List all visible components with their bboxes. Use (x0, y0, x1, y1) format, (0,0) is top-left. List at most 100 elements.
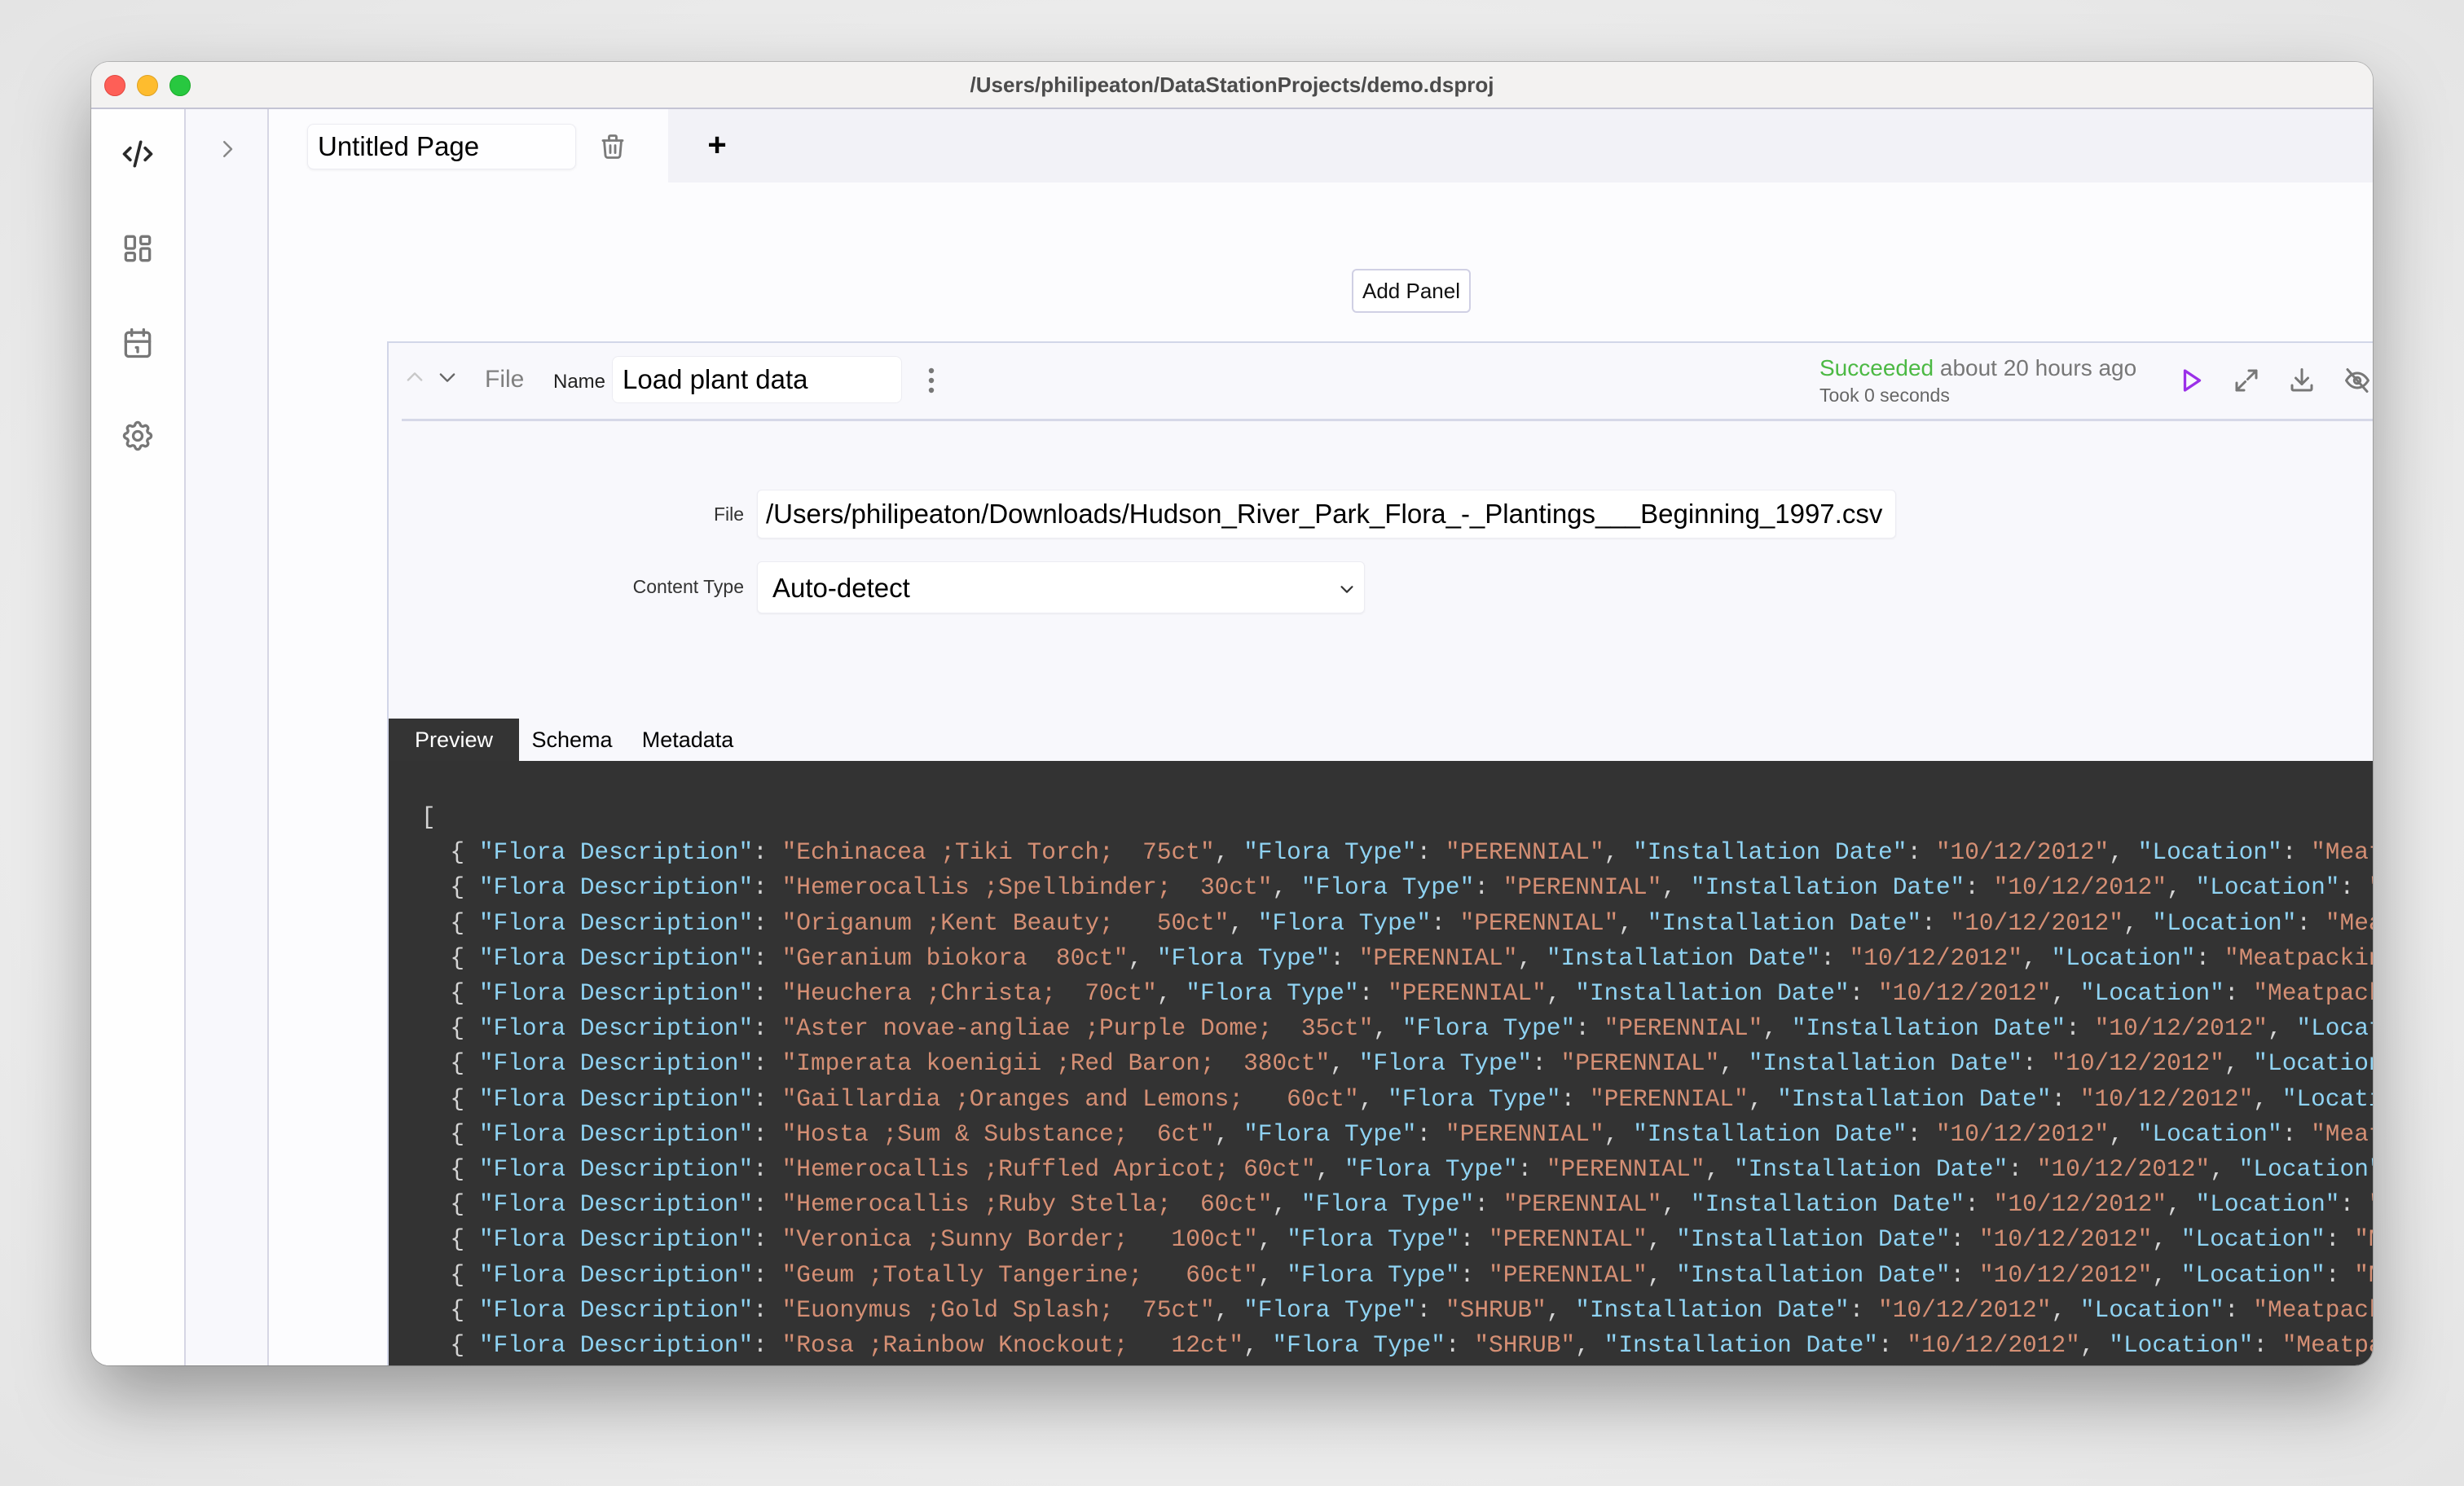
colon: : (1921, 908, 1951, 937)
fullscreen-button[interactable] (2232, 366, 2261, 395)
tab-schema[interactable]: Schema (519, 719, 625, 761)
brace: { (421, 1155, 479, 1184)
page-name-input[interactable] (307, 124, 576, 169)
separator: , (1257, 1225, 1287, 1254)
separator: , (1618, 908, 1648, 937)
separator: , (2123, 908, 2153, 937)
json-key: "Flora Type" (1243, 1119, 1417, 1148)
json-value: "PERENNIAL" (1358, 943, 1518, 972)
json-key: "Location" (2195, 1190, 2340, 1219)
rail-item-dashboard[interactable] (119, 230, 156, 267)
colon: : (1965, 1190, 1994, 1219)
tab-metadata[interactable]: Metadata (627, 719, 749, 761)
rail-item-editor[interactable] (119, 135, 156, 173)
json-value: "Meatpacking District" (2369, 1190, 2373, 1218)
rail-item-settings[interactable] (119, 417, 156, 455)
pages-sidebar (186, 109, 269, 1365)
json-row: { "Flora Description": "Hemerocallis ;Sp… (421, 870, 2373, 905)
colon: : (1416, 1295, 1445, 1324)
json-value: "PERENNIAL" (1489, 1225, 1648, 1254)
json-value: "Rosa ;Rainbow Knockout; 12ct" (781, 1331, 1244, 1360)
json-value: "10/12/2012" (1978, 1225, 2153, 1254)
json-key: "Installation Date" (1690, 1190, 1965, 1219)
separator: , (1661, 873, 1691, 902)
colon: : (753, 1084, 782, 1113)
separator: , (1156, 979, 1186, 1008)
json-key: "Location" (2281, 1084, 2373, 1113)
json-key: "Installation Date" (1575, 979, 1850, 1008)
json-value: "Euonymus ;Gold Splash; 75ct" (781, 1295, 1215, 1324)
json-row: { "Flora Description": "Heuchera ;Christ… (421, 976, 2373, 1011)
colon: : (2296, 908, 2325, 937)
json-row: { "Flora Description": "Hemerocallis ;Ru… (421, 1187, 2373, 1222)
status-state: Succeeded (1819, 355, 1934, 380)
gear-icon (122, 420, 153, 451)
json-row: { "Flora Description": "Origanum ;Kent B… (421, 906, 2373, 941)
panel-menu-button[interactable] (923, 364, 939, 397)
json-key: "Installation Date" (1676, 1225, 1951, 1254)
colon: : (753, 838, 782, 867)
file-path-input[interactable] (757, 490, 1896, 539)
brace: { (421, 873, 479, 902)
separator: , (1705, 1155, 1734, 1184)
json-value: "10/12/2012" (1907, 1331, 2080, 1360)
json-row: { "Flora Description": "Geranium biokora… (421, 941, 2373, 976)
separator: , (2051, 979, 2080, 1008)
separator: , (1229, 908, 1258, 937)
json-value: "Hemerocallis ;Spellbinder; 30ct" (781, 873, 1273, 902)
json-value: "PERENNIAL" (1604, 1014, 1763, 1043)
run-panel-button[interactable] (2176, 366, 2206, 395)
panel-status: Succeeded about 20 hours ago Took 0 seco… (1819, 355, 2136, 407)
json-key: "Flora Type" (1257, 908, 1432, 937)
json-key: "Installation Date" (1647, 908, 1922, 937)
json-value: "10/12/2012" (1993, 1190, 2167, 1219)
separator: , (2022, 943, 2052, 972)
json-row: { "Flora Description": "Veronica ;Sunny … (421, 1222, 2373, 1257)
json-row: { "Flora Description": "Gaillardia ;Oran… (421, 1082, 2373, 1117)
delete-page-button[interactable] (598, 130, 627, 163)
separator: , (2152, 1225, 2181, 1254)
colon: : (2224, 1295, 2254, 1324)
colon: : (2022, 1049, 2052, 1078)
add-page-button[interactable]: + (699, 127, 735, 163)
separator: , (2224, 1049, 2254, 1078)
json-key: "Flora Description" (478, 979, 754, 1008)
more-vertical-icon (928, 367, 935, 393)
json-value: "Meatpacking District" (2281, 1331, 2373, 1360)
content-type-select[interactable]: Auto-detect (757, 561, 1365, 613)
expand-sidebar-button[interactable] (215, 137, 240, 161)
navigation-rail (91, 109, 186, 1365)
json-key: "Location" (2253, 1049, 2373, 1078)
json-value: "Veronica ;Sunny Border; 100ct" (781, 1225, 1258, 1254)
move-panel-down-button[interactable] (436, 366, 459, 389)
json-value: "10/12/2012" (1935, 1119, 2110, 1148)
json-value: "PERENNIAL" (1503, 1190, 1662, 1219)
json-key: "Installation Date" (1633, 838, 1907, 867)
preview-output: [ { "Flora Description": "Echinacea ;Tik… (389, 761, 2373, 1365)
move-panel-up-button[interactable] (403, 366, 426, 389)
colon: : (1474, 873, 1503, 902)
json-value: "Meatpacking District" (2325, 908, 2373, 937)
panel-name-label: Name (553, 371, 606, 393)
json-value: "PERENNIAL" (1546, 1155, 1705, 1184)
json-value: "10/12/2012" (1993, 873, 2167, 902)
download-button[interactable] (2287, 366, 2317, 395)
bracket: [ (421, 803, 436, 831)
separator: , (1604, 1119, 1634, 1148)
json-key: "Flora Type" (1243, 1295, 1417, 1324)
rail-item-schedule[interactable] (119, 324, 156, 362)
json-key: "Location" (2137, 1119, 2282, 1148)
separator: , (2167, 873, 2196, 902)
panel-header: File Name Succeeded about 20 hours ago T… (389, 343, 2373, 420)
add-panel-button[interactable]: Add Panel (1352, 269, 1471, 313)
colon: : (753, 1225, 782, 1254)
separator: , (1719, 1049, 1749, 1078)
colon: : (2008, 1155, 2037, 1184)
hide-panel-button[interactable] (2343, 366, 2372, 395)
colon: : (753, 873, 782, 902)
tab-preview[interactable]: Preview (389, 719, 519, 761)
colon: : (1560, 1084, 1590, 1113)
panel-name-input[interactable] (612, 356, 902, 403)
content-type-label: Content Type (632, 576, 744, 597)
json-open-bracket: [ (421, 800, 2373, 835)
